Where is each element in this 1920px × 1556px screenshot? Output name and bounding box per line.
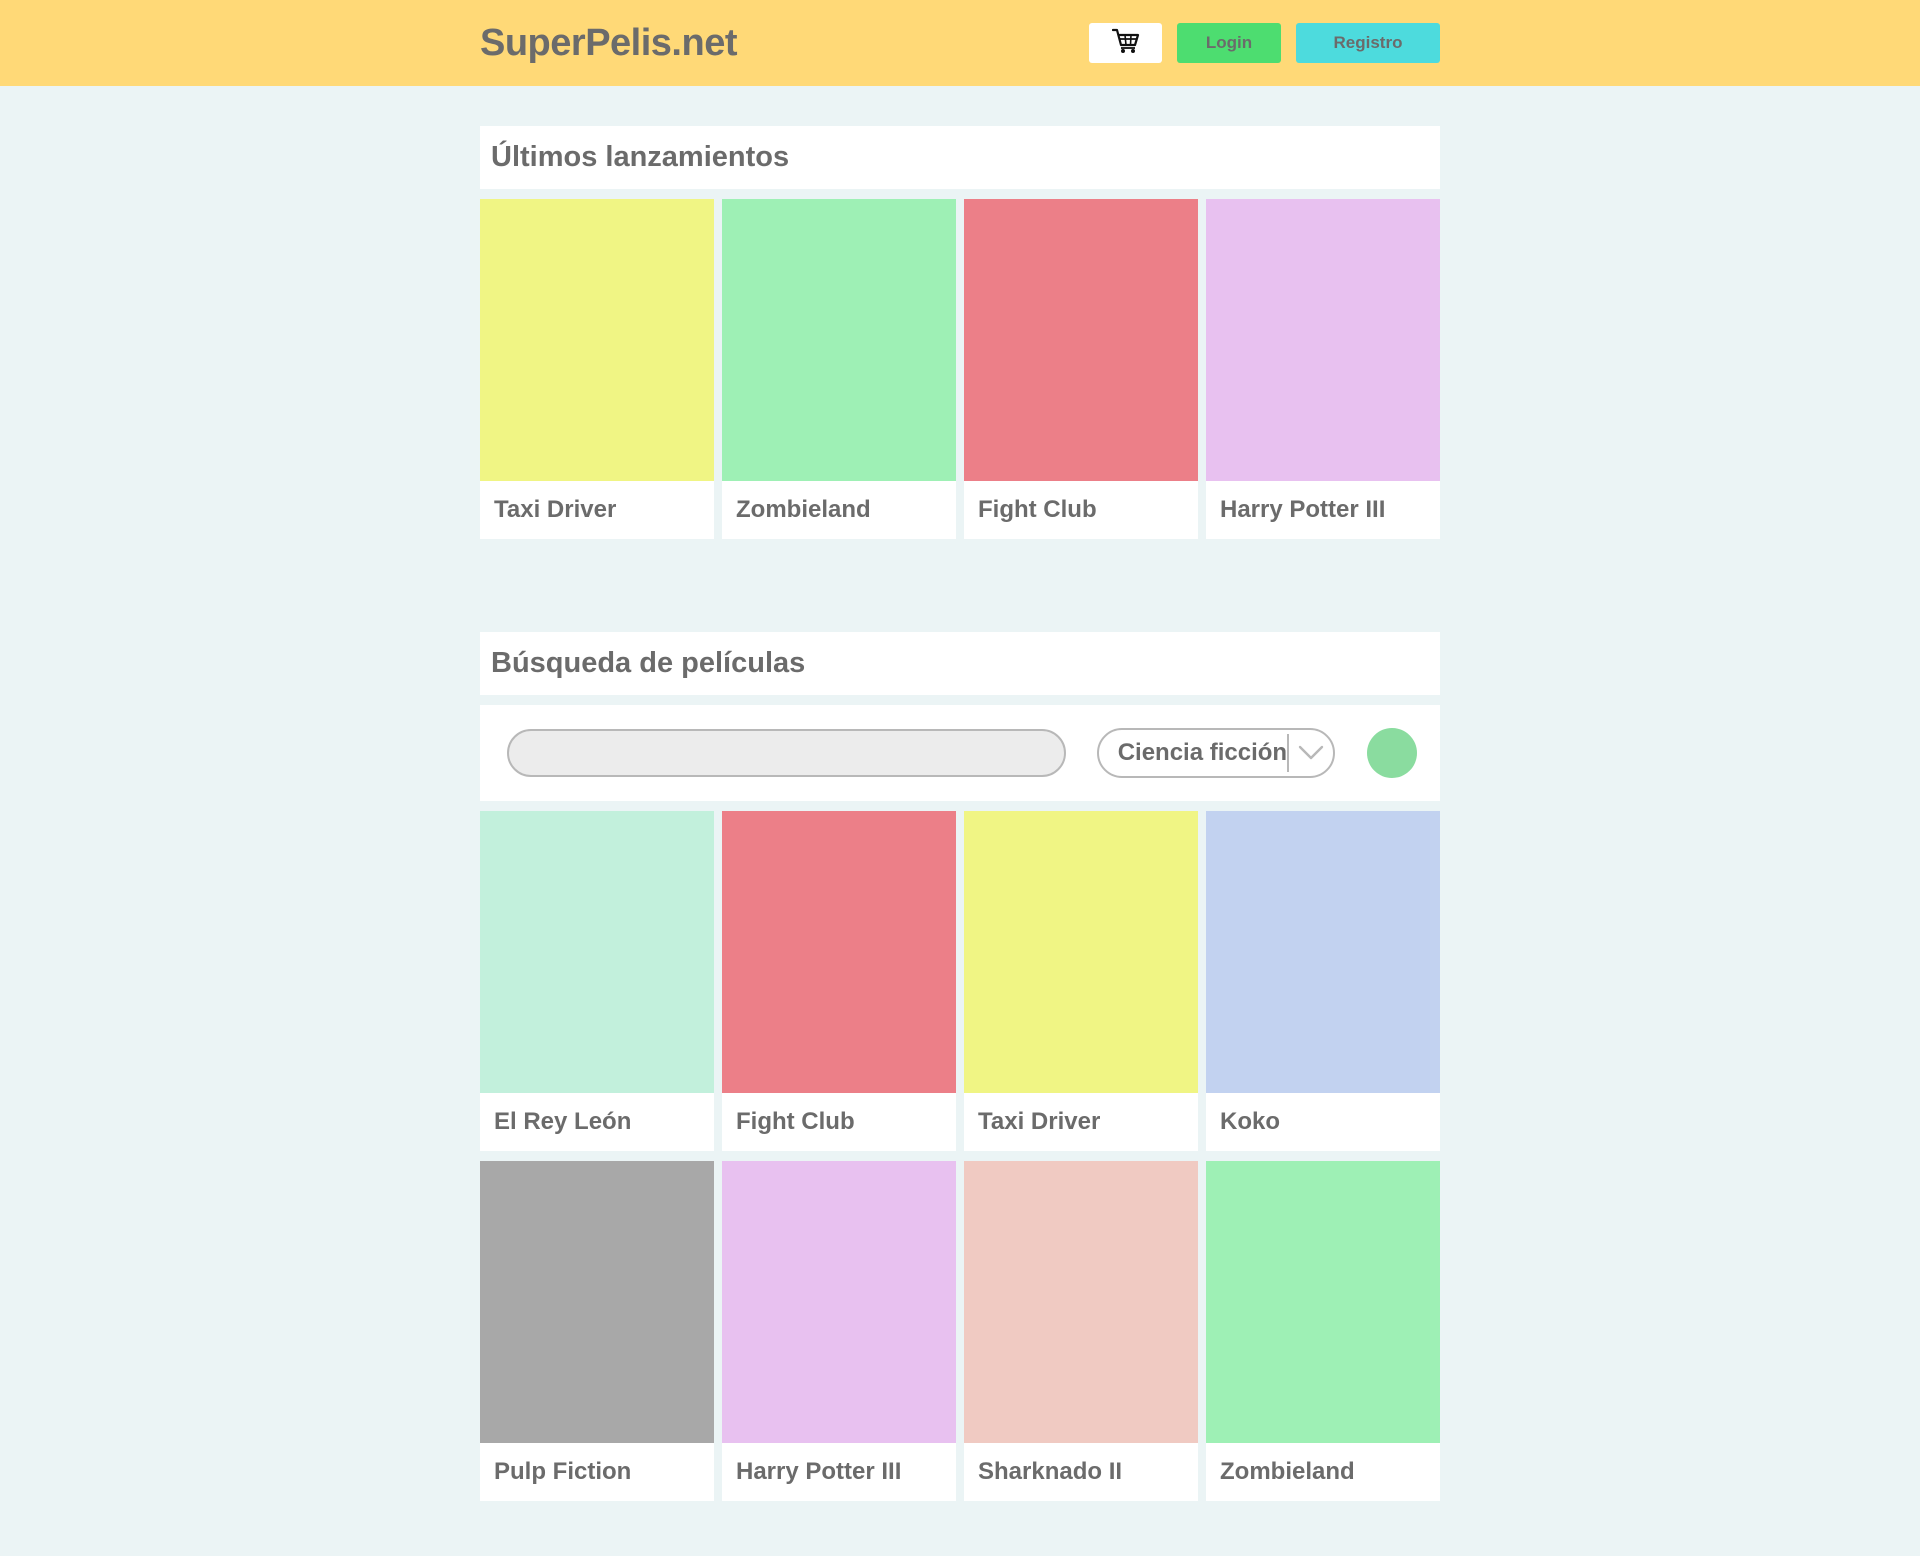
movie-card[interactable]: Zombieland	[1206, 1161, 1440, 1501]
movie-poster	[1206, 811, 1440, 1093]
search-bar: Ciencia ficción	[480, 705, 1440, 801]
site-header: SuperPelis.net Login Registro	[0, 0, 1920, 86]
movie-title: Harry Potter III	[736, 1458, 902, 1485]
login-button[interactable]: Login	[1177, 23, 1281, 63]
latest-releases-title: Últimos lanzamientos	[480, 126, 1440, 189]
movie-title: Sharknado II	[978, 1458, 1123, 1485]
movie-poster	[480, 811, 714, 1093]
movie-card[interactable]: Fight Club	[964, 199, 1198, 539]
movie-card[interactable]: Koko	[1206, 811, 1440, 1151]
movie-title: Taxi Driver	[978, 1108, 1101, 1135]
movie-card[interactable]: Sharknado II	[964, 1161, 1198, 1501]
movie-title: Zombieland	[1220, 1458, 1355, 1485]
genre-select[interactable]: Ciencia ficción	[1096, 728, 1336, 778]
movie-card[interactable]: Taxi Driver	[964, 811, 1198, 1151]
movie-title: Harry Potter III	[1220, 496, 1386, 523]
cart-button[interactable]	[1089, 23, 1162, 63]
search-results-grid: El Rey León Fight Club Taxi Driver Koko Pulp…	[480, 811, 1440, 1501]
movie-title: Zombieland	[736, 496, 871, 523]
movie-poster	[722, 811, 956, 1093]
movie-title: Koko	[1220, 1108, 1280, 1135]
movie-card[interactable]: El Rey León	[480, 811, 714, 1151]
movie-poster	[722, 1161, 956, 1443]
movie-card[interactable]: Taxi Driver	[480, 199, 714, 539]
movie-search-title: Búsqueda de películas	[480, 632, 1440, 695]
movie-card[interactable]: Harry Potter III	[722, 1161, 956, 1501]
movie-card[interactable]: Harry Potter III	[1206, 199, 1440, 539]
movie-title: Taxi Driver	[494, 496, 617, 523]
movie-title: Fight Club	[978, 496, 1097, 523]
shopping-cart-icon	[1111, 28, 1140, 59]
movie-poster	[480, 1161, 714, 1443]
site-logo[interactable]: SuperPelis.net	[480, 22, 737, 65]
movie-card[interactable]: Pulp Fiction	[480, 1161, 714, 1501]
chevron-down-icon	[1289, 730, 1333, 776]
movie-poster	[964, 1161, 1198, 1443]
movie-poster	[1206, 1161, 1440, 1443]
movie-poster	[480, 199, 714, 481]
movie-card[interactable]: Fight Club	[722, 811, 956, 1151]
movie-poster	[964, 811, 1198, 1093]
search-input[interactable]	[507, 729, 1066, 777]
header-actions: Login Registro	[1089, 23, 1440, 63]
movie-title: Fight Club	[736, 1108, 855, 1135]
latest-releases-grid: Taxi Driver Zombieland Fight Club Harry Pot…	[480, 199, 1440, 539]
main-content: Últimos lanzamientos Taxi Driver Zombiela…	[480, 126, 1440, 1501]
latest-releases-section: Últimos lanzamientos Taxi Driver Zombiela…	[480, 126, 1440, 539]
movie-card[interactable]: Zombieland	[722, 199, 956, 539]
movie-poster	[1206, 199, 1440, 481]
movie-title: El Rey León	[494, 1108, 632, 1135]
header-inner: SuperPelis.net Login Registro	[480, 0, 1440, 86]
movie-poster	[964, 199, 1198, 481]
movie-title: Pulp Fiction	[494, 1458, 632, 1485]
movie-poster	[722, 199, 956, 481]
search-button[interactable]	[1367, 728, 1417, 778]
register-button[interactable]: Registro	[1296, 23, 1440, 63]
genre-selected-value: Ciencia ficción	[1117, 739, 1288, 766]
movie-search-section: Búsqueda de películas Ciencia ficción El…	[480, 632, 1440, 1501]
